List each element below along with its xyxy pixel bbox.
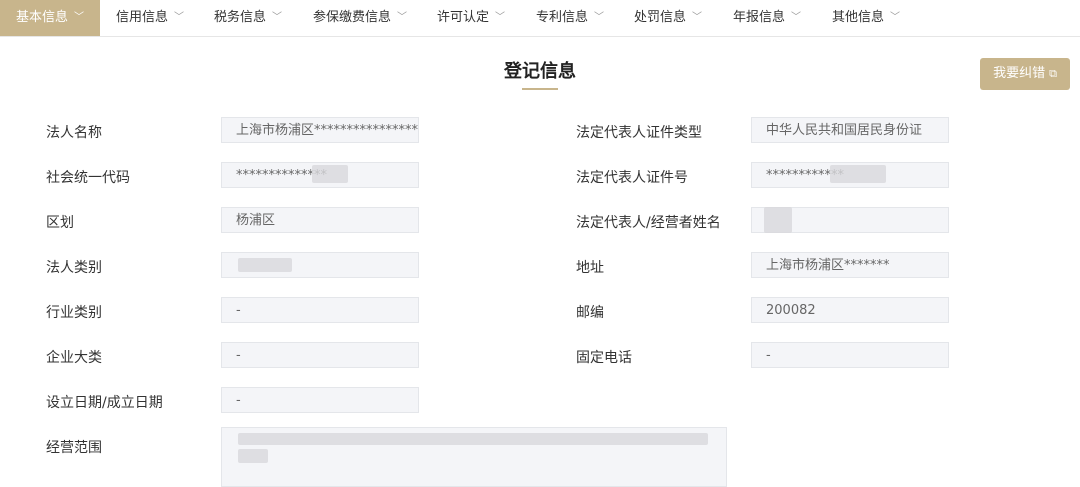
tab-annual-report[interactable]: 年报信息 ﹀	[733, 0, 801, 36]
chevron-down-icon: ﹀	[594, 12, 605, 23]
postcode-field: 200082	[751, 297, 949, 323]
tab-other-info[interactable]: 其他信息 ﹀	[832, 0, 900, 36]
address-field: 上海市杨浦区*******	[751, 252, 949, 278]
redaction-blur	[764, 207, 792, 233]
redaction-blur	[238, 449, 268, 463]
tab-label: 信用信息	[116, 10, 169, 25]
report-error-label: 我要纠错	[993, 66, 1046, 81]
tab-patent-info[interactable]: 专利信息 ﹀	[536, 0, 604, 36]
redaction-blur	[238, 258, 292, 272]
established-date-field: -	[221, 387, 419, 413]
rep-cert-no-label: 法定代表人证件号	[576, 170, 688, 186]
registration-panel: 登记信息 我要纠错 ⧉ 法人名称 上海市杨浦区***************** …	[0, 37, 1080, 487]
phone-field: -	[751, 342, 949, 368]
redaction-blur	[830, 165, 886, 183]
tab-label: 专利信息	[536, 10, 589, 25]
chevron-down-icon: ﹀	[692, 12, 703, 23]
legal-name-label: 法人名称	[46, 125, 102, 141]
rep-cert-type-label: 法定代表人证件类型	[576, 125, 702, 141]
tab-label: 处罚信息	[634, 10, 687, 25]
tab-label: 年报信息	[733, 10, 786, 25]
chevron-down-icon: ﹀	[890, 12, 901, 23]
tab-label: 其他信息	[832, 10, 885, 25]
rep-name-label: 法定代表人/经营者姓名	[576, 215, 721, 231]
enterprise-class-label: 企业大类	[46, 350, 102, 366]
tab-license-info[interactable]: 许可认定 ﹀	[437, 0, 505, 36]
district-label: 区划	[46, 215, 74, 231]
credit-code-label: 社会统一代码	[46, 170, 130, 186]
tab-penalty-info[interactable]: 处罚信息 ﹀	[634, 0, 702, 36]
phone-label: 固定电话	[576, 350, 632, 366]
legal-name-field: 上海市杨浦区*****************	[221, 117, 419, 143]
chevron-down-icon: ﹀	[397, 12, 408, 23]
tab-tax-info[interactable]: 税务信息 ﹀	[214, 0, 282, 36]
enterprise-class-field: -	[221, 342, 419, 368]
address-label: 地址	[576, 260, 604, 276]
chevron-down-icon: ﹀	[495, 12, 506, 23]
district-field: 杨浦区	[221, 207, 419, 233]
category-tab-bar: 基本信息 ﹀ 信用信息 ﹀ 税务信息 ﹀ 参保缴费信息 ﹀ 许可认定 ﹀ 专利信息 ﹀ 处罚…	[0, 0, 1080, 37]
postcode-label: 邮编	[576, 305, 604, 321]
chevron-down-icon: ﹀	[74, 12, 85, 23]
chevron-down-icon: ﹀	[272, 12, 283, 23]
redaction-blur	[312, 165, 348, 183]
title-underline	[522, 88, 558, 90]
tab-label: 税务信息	[214, 10, 267, 25]
redaction-blur	[238, 433, 708, 445]
report-error-button[interactable]: 我要纠错 ⧉	[980, 58, 1070, 90]
external-edit-icon: ⧉	[1049, 67, 1057, 80]
tab-basic-info[interactable]: 基本信息 ﹀	[0, 0, 100, 36]
chevron-down-icon: ﹀	[174, 12, 185, 23]
industry-label: 行业类别	[46, 305, 102, 321]
tab-label: 参保缴费信息	[313, 10, 392, 25]
tab-insurance-info[interactable]: 参保缴费信息 ﹀	[313, 0, 407, 36]
tab-credit-info[interactable]: 信用信息 ﹀	[116, 0, 184, 36]
rep-cert-type-field: 中华人民共和国居民身份证	[751, 117, 949, 143]
chevron-down-icon: ﹀	[791, 12, 802, 23]
legal-type-label: 法人类别	[46, 260, 102, 276]
business-scope-label: 经营范围	[46, 440, 102, 456]
industry-field: -	[221, 297, 419, 323]
tab-label: 基本信息	[16, 10, 69, 25]
established-date-label: 设立日期/成立日期	[46, 395, 163, 411]
page-title: 登记信息	[504, 61, 576, 82]
tab-label: 许可认定	[437, 10, 490, 25]
